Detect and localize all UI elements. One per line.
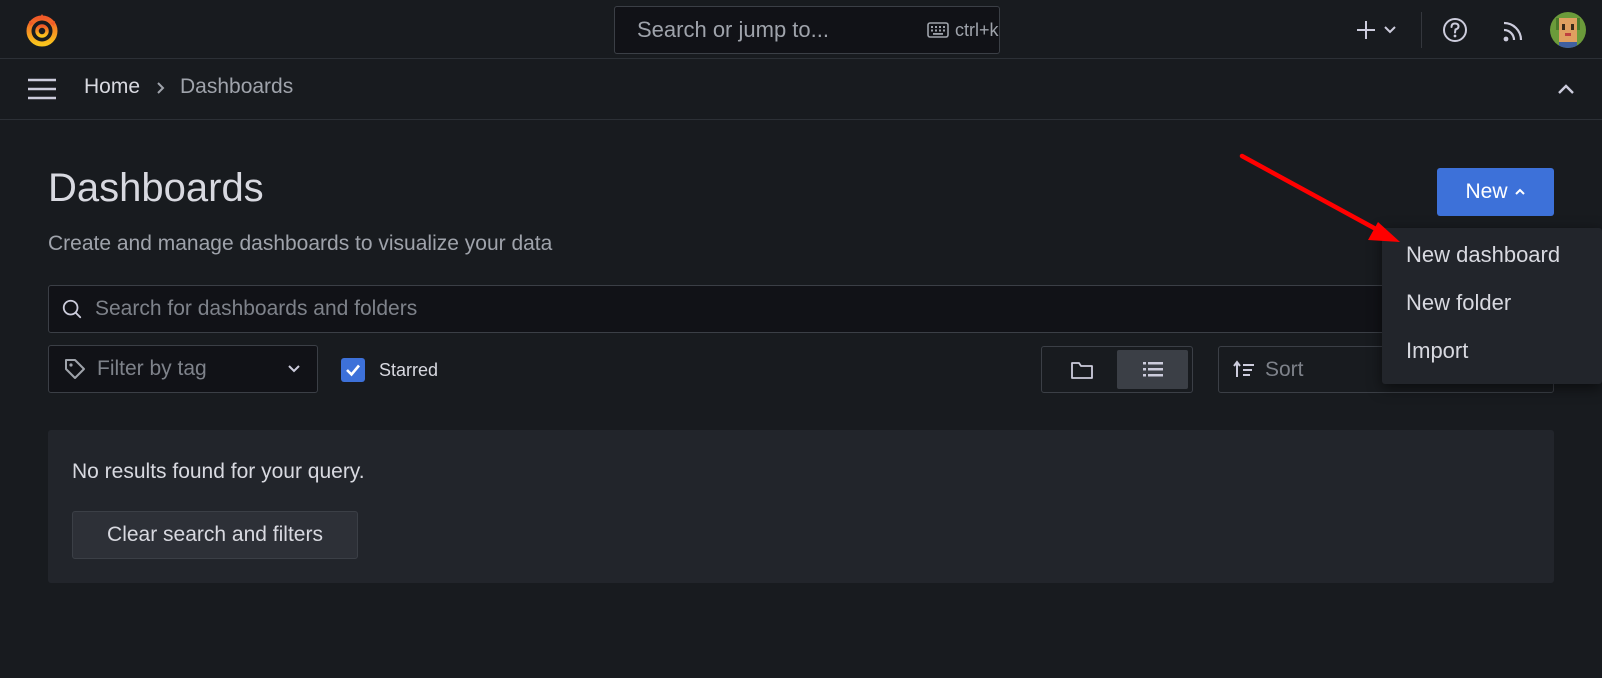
breadcrumb-current: Dashboards — [180, 75, 294, 98]
chevron-up-icon — [1514, 188, 1525, 195]
search-icon — [62, 299, 82, 319]
hamburger-icon — [28, 78, 56, 100]
menu-item-import[interactable]: Import — [1406, 338, 1468, 364]
checkmark-icon — [346, 364, 360, 377]
sort-icon — [1233, 359, 1254, 377]
starred-checkbox[interactable] — [341, 358, 365, 382]
shortcut-hint: ctrl+k — [927, 20, 999, 41]
new-button-label: New — [1465, 180, 1508, 203]
new-dropdown-menu: New dashboard New folder Import — [1382, 228, 1602, 384]
menu-item-new-folder[interactable]: New folder — [1406, 290, 1511, 316]
view-mode-toggle — [1041, 346, 1193, 393]
chevron-up-icon — [1558, 84, 1574, 94]
list-view-button[interactable] — [1117, 350, 1188, 389]
add-button[interactable] — [1352, 14, 1400, 46]
global-search-input[interactable] — [635, 16, 927, 44]
sort-placeholder: Sort — [1265, 357, 1304, 381]
list-icon — [1142, 361, 1163, 376]
user-avatar[interactable] — [1550, 12, 1586, 48]
dashboard-search-input[interactable] — [93, 296, 1553, 322]
chevron-down-icon — [1384, 26, 1396, 34]
chevron-down-icon — [288, 365, 300, 373]
breadcrumb-home[interactable]: Home — [84, 75, 140, 99]
empty-state-message: No results found for your query. — [72, 460, 365, 483]
folder-view-button[interactable] — [1046, 350, 1117, 389]
grafana-logo[interactable] — [24, 12, 60, 48]
tag-filter-select[interactable]: Filter by tag — [48, 345, 318, 393]
tag-icon — [65, 359, 85, 379]
global-search[interactable]: ctrl+k — [614, 6, 1000, 54]
shortcut-text: ctrl+k — [955, 19, 999, 40]
starred-label: Starred — [379, 359, 439, 380]
dashboard-search[interactable] — [48, 285, 1554, 333]
empty-state-panel: No results found for your query. Clear s… — [48, 430, 1554, 583]
tag-filter-placeholder: Filter by tag — [97, 357, 207, 380]
page-title: Dashboards — [48, 166, 264, 210]
new-button[interactable]: New — [1437, 168, 1554, 216]
plus-icon — [1357, 21, 1375, 39]
clear-filters-button[interactable]: Clear search and filters — [72, 511, 358, 559]
starred-filter[interactable]: Starred — [341, 358, 438, 382]
menu-toggle-button[interactable] — [26, 76, 58, 102]
menu-item-new-dashboard[interactable]: New dashboard — [1406, 242, 1560, 268]
folder-icon — [1070, 361, 1093, 379]
collapse-button[interactable] — [1554, 77, 1578, 101]
top-bar: ctrl+k — [0, 0, 1602, 59]
news-button[interactable] — [1498, 14, 1528, 46]
page-subtitle: Create and manage dashboards to visualiz… — [48, 232, 553, 255]
keyboard-icon — [927, 22, 949, 38]
rss-icon — [1503, 21, 1523, 42]
chevron-right-icon — [157, 82, 165, 94]
topbar-divider — [1421, 12, 1422, 48]
breadcrumb-bar: Home Dashboards — [0, 59, 1602, 120]
help-icon — [1443, 18, 1467, 42]
help-button[interactable] — [1440, 14, 1470, 46]
